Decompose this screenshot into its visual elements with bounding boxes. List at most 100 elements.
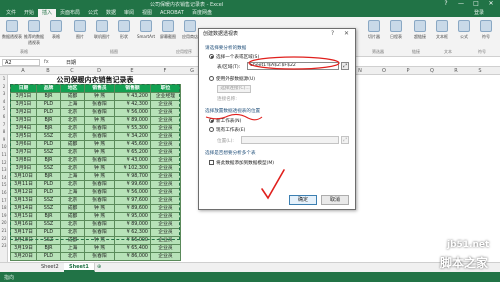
app-store-button[interactable]: 应用商店 <box>180 20 200 48</box>
screenshot-button[interactable]: 屏幕截图 <box>158 20 178 48</box>
table-cell[interactable]: 企业员 <box>150 244 181 253</box>
row-header[interactable]: 13 <box>0 167 8 172</box>
textbox-button[interactable]: 文本框 <box>432 20 452 48</box>
row-header[interactable]: 15 <box>0 182 8 187</box>
row-header[interactable]: 22 <box>0 236 8 241</box>
column-header[interactable]: S <box>468 68 492 74</box>
column-header[interactable]: F <box>150 68 180 74</box>
row-header[interactable]: 9 <box>0 137 8 142</box>
radio-new-worksheet[interactable]: 新工作表(N) <box>209 118 241 124</box>
table-range-input[interactable]: Sheet1!$A$2:$F$22 <box>247 62 339 70</box>
table-cell[interactable]: 上海 <box>60 244 85 253</box>
column-header[interactable]: A <box>10 68 36 74</box>
fx-icon[interactable]: fx <box>44 59 49 65</box>
row-header[interactable]: 5 <box>0 106 8 111</box>
row-header[interactable]: 19 <box>0 213 8 218</box>
slicer-button[interactable]: 切片器 <box>364 20 384 48</box>
row-header[interactable]: 6 <box>0 114 8 119</box>
column-header[interactable]: T <box>492 68 500 74</box>
radio-select-table[interactable]: 选择一个表或区域(S) <box>209 54 259 60</box>
column-header[interactable]: R <box>444 68 468 74</box>
sign-in-link[interactable]: 登录 <box>470 9 488 17</box>
row-header[interactable]: 2 <box>0 84 8 89</box>
choose-connection-button[interactable]: 选择连接(C)... <box>217 85 251 93</box>
group-filters: 筛选器 <box>372 49 384 54</box>
window-title: 公司保暖内衣销售记录表 - Excel <box>150 2 224 8</box>
table-cell[interactable]: BJR <box>36 244 61 253</box>
table-button[interactable]: 表格 <box>46 20 66 48</box>
tab-formulas[interactable]: 公式 <box>84 9 102 17</box>
row-header[interactable]: 10 <box>0 144 8 149</box>
column-header[interactable]: Q <box>420 68 444 74</box>
hyperlink-button[interactable]: 超链接 <box>410 20 430 48</box>
row-header[interactable]: 4 <box>0 99 8 104</box>
column-header[interactable]: E <box>114 68 150 74</box>
radio-existing-worksheet[interactable]: 现有工作表(E) <box>209 127 245 133</box>
row-header[interactable]: 21 <box>0 228 8 233</box>
table-cell[interactable]: ¥ 86,000 <box>114 252 151 261</box>
row-header[interactable]: 18 <box>0 205 8 210</box>
tab-acrobat[interactable]: ACROBAT <box>156 9 188 17</box>
row-header[interactable]: 14 <box>0 175 8 180</box>
tab-baidu[interactable]: 百度网盘 <box>188 9 216 17</box>
column-header[interactable]: D <box>84 68 114 74</box>
table-cell[interactable]: 3月20日 <box>10 252 37 261</box>
tab-review[interactable]: 审阅 <box>120 9 138 17</box>
recommended-pivot-button[interactable]: 推荐的数据透视表 <box>24 20 44 48</box>
row-header[interactable]: 23 <box>0 243 8 248</box>
table-cell[interactable]: 钟 燕 <box>84 244 115 253</box>
tab-page-layout[interactable]: 页面布局 <box>56 9 84 17</box>
help-button[interactable]: ? <box>440 0 452 8</box>
maximize-button[interactable]: □ <box>470 0 482 8</box>
table-cell[interactable]: ¥ 65,400 <box>114 244 151 253</box>
row-header[interactable]: 12 <box>0 160 8 165</box>
data-model-checkbox[interactable]: 将此数据添加到数据模型(M) <box>209 160 274 166</box>
column-header[interactable]: P <box>396 68 420 74</box>
sheet-tab-sheet1[interactable]: Sheet1 <box>64 263 95 272</box>
location-picker-icon[interactable]: ⤢ <box>341 136 349 144</box>
table-cell[interactable]: PLD <box>36 252 61 261</box>
column-header[interactable]: O <box>372 68 396 74</box>
shapes-button[interactable]: 形状 <box>114 20 134 48</box>
cancel-button[interactable]: 取消 <box>321 195 349 205</box>
online-pictures-button[interactable]: 联机图片 <box>92 20 112 48</box>
pivot-table-button[interactable]: 数据透视表 <box>2 20 22 48</box>
tab-file[interactable]: 文件 <box>2 9 20 17</box>
dialog-help-icon[interactable]: ? <box>331 30 334 37</box>
location-input[interactable] <box>241 136 339 144</box>
equation-button[interactable]: 公式 <box>454 20 474 48</box>
table-range-label: 表/区域(T): <box>217 65 241 70</box>
name-box[interactable]: A2 <box>2 59 40 66</box>
range-picker-icon[interactable]: ⤢ <box>341 62 349 70</box>
symbol-button[interactable]: 符号 <box>476 20 496 48</box>
row-header[interactable]: 11 <box>0 152 8 157</box>
dialog-close-icon[interactable]: ✕ <box>344 30 349 37</box>
table-cell[interactable]: 北京 <box>60 252 85 261</box>
timeline-button[interactable]: 日程表 <box>386 20 406 48</box>
pictures-button[interactable]: 图片 <box>70 20 90 48</box>
row-header[interactable]: 20 <box>0 220 8 225</box>
minimize-button[interactable]: — <box>455 0 467 8</box>
tab-view[interactable]: 视图 <box>138 9 156 17</box>
column-header[interactable]: B <box>36 68 60 74</box>
row-header[interactable]: 3 <box>0 91 8 96</box>
add-sheet-button[interactable]: ⊕ <box>92 263 106 272</box>
row-header[interactable]: 17 <box>0 198 8 203</box>
tab-data[interactable]: 数据 <box>102 9 120 17</box>
close-button[interactable]: ✕ <box>485 0 497 8</box>
tab-insert[interactable]: 插入 <box>38 9 57 17</box>
ok-button[interactable]: 确定 <box>289 195 317 205</box>
row-header[interactable]: 8 <box>0 129 8 134</box>
smartart-button[interactable]: SmartArt <box>136 20 156 48</box>
table-cell[interactable]: 3月19日 <box>10 244 37 253</box>
row-header[interactable]: 1 <box>0 76 8 81</box>
sheet-tab-sheet2[interactable]: Sheet2 <box>36 263 65 272</box>
row-header[interactable]: 7 <box>0 122 8 127</box>
column-header[interactable]: C <box>60 68 84 74</box>
table-cell[interactable]: 企业员 <box>150 252 181 261</box>
radio-external-source[interactable]: 使用外部数据源(U) <box>209 76 255 82</box>
row-header[interactable]: 16 <box>0 190 8 195</box>
formula-input[interactable]: 日期 <box>66 59 76 66</box>
tab-home[interactable]: 开始 <box>20 9 38 17</box>
table-cell[interactable]: 张春阳 <box>84 252 115 261</box>
